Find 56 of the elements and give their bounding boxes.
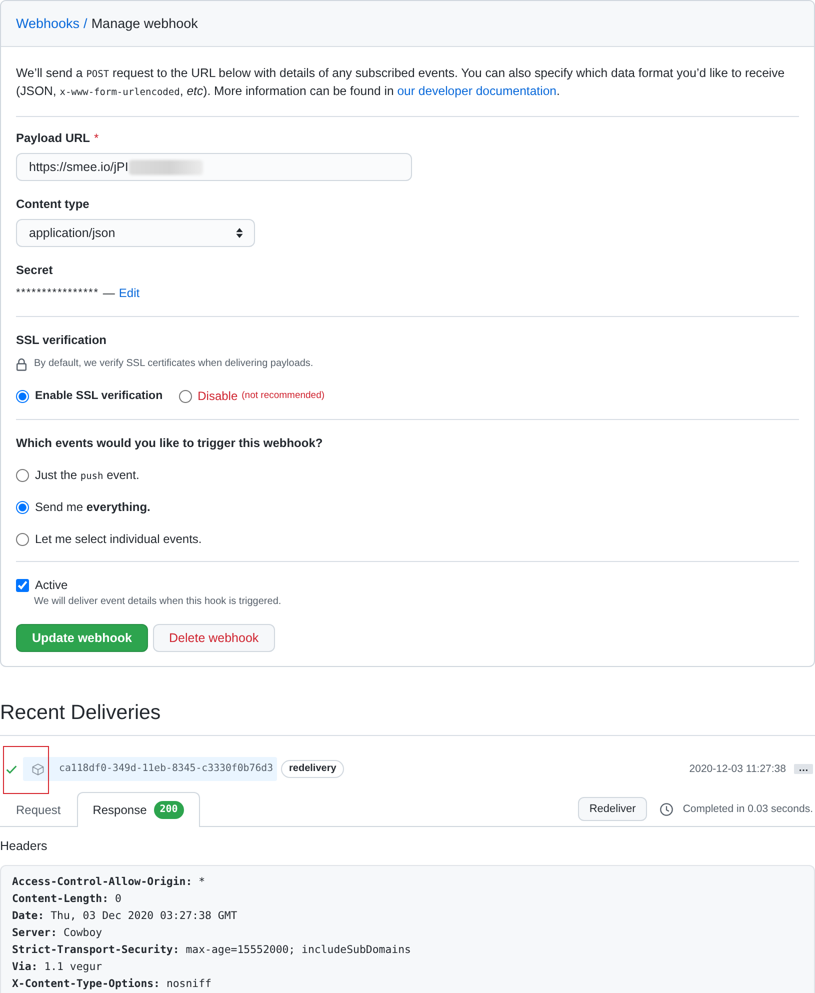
option-label[interactable]: Let me select individual events. (35, 530, 202, 548)
radio-button[interactable] (178, 390, 192, 402)
updown-caret-icon (236, 228, 243, 238)
edit-link[interactable]: Edit (118, 284, 140, 302)
page-title: Manage webhook (91, 14, 198, 32)
radio-button[interactable] (16, 500, 29, 514)
select-value: application/json (29, 225, 116, 242)
required-mark: * (94, 131, 99, 145)
status-code-badge: 200 (154, 801, 184, 819)
ssl-note: By default, we verify SSL certificates when delivering payloads. (34, 357, 314, 371)
secret-mask: **************** (16, 286, 99, 301)
header-line: Server: Cowboy (12, 925, 104, 941)
delivery-time: 2020-12-03 11:27:38 (689, 762, 786, 777)
section-title: Which events would you like to trigger this webhook? (16, 436, 323, 450)
field-label: Secret (16, 263, 53, 277)
checkbox[interactable] (16, 578, 29, 592)
tab[interactable]: Response 200 (76, 792, 200, 827)
completion-time: Completed in 0.03 seconds. (682, 802, 813, 817)
option-label[interactable]: Disable (198, 387, 238, 405)
description-text: We’ll send a POST request to the URL below with details of any subscribed events. You can also specify which data format you’d like to receive (JSON, x-www-form-urlencoded, etc). More information can be found in our developer documentation. (16, 65, 786, 100)
header-line: Access-Control-Allow-Origin: * (12, 874, 206, 890)
header-line: X-Content-Type-Options: nosniff (12, 976, 212, 992)
header-line: Strict-Transport-Security: max-age=15552000; includeSubDomains (12, 942, 412, 958)
radio-button[interactable] (16, 390, 29, 402)
tab[interactable]: Request (0, 792, 77, 827)
radio-button[interactable] (16, 532, 29, 546)
field-label: Content type (16, 197, 90, 211)
cube-icon (32, 762, 44, 776)
documentation-link[interactable]: our developer documentation (397, 84, 557, 98)
header-line: Date: Thu, 03 Dec 2020 03:27:38 GMT (12, 908, 238, 924)
option-label[interactable]: Send me everything. (35, 498, 150, 516)
checkbox-hint: We will deliver event details when this hook is triggered. (34, 596, 282, 607)
option-label[interactable]: Just the push event. (35, 466, 140, 484)
clock-icon (660, 802, 673, 816)
dash-separator: — (102, 285, 115, 302)
more-button[interactable]: … (794, 764, 813, 774)
breadcrumb-separator: / (84, 14, 88, 32)
lock-icon (16, 358, 27, 370)
header-line: Content-Length: 0 (12, 891, 122, 907)
redeliver-button[interactable]: Redeliver (578, 797, 647, 821)
breadcrumb-link[interactable]: Webhooks (16, 14, 80, 32)
content-type-select[interactable]: application/json (16, 219, 255, 247)
delivery-label: redelivery (281, 760, 344, 778)
headers-title: Headers (0, 839, 48, 853)
checkbox-label[interactable]: Active (35, 576, 68, 594)
option-label[interactable]: Enable SSL verification (35, 387, 163, 405)
payload-url-field[interactable]: https://smee.io/jPI (16, 153, 412, 181)
field-label: Payload URL (16, 131, 90, 145)
header-line: Via: 1.1 vegur (12, 959, 104, 975)
section-title: SSL verification (16, 333, 106, 347)
radio-button[interactable] (16, 468, 29, 482)
delivery-guid: ca118df0-349d-11eb-8345-c3330f0b76d3 (59, 764, 274, 774)
option-hint: (not recommended) (242, 389, 325, 403)
section-heading: Recent Deliveries (0, 698, 815, 736)
delivery-summary[interactable]: ca118df0-349d-11eb-8345-c3330f0b76d3 (23, 757, 278, 781)
delete-button[interactable]: Delete webhook (153, 624, 275, 652)
